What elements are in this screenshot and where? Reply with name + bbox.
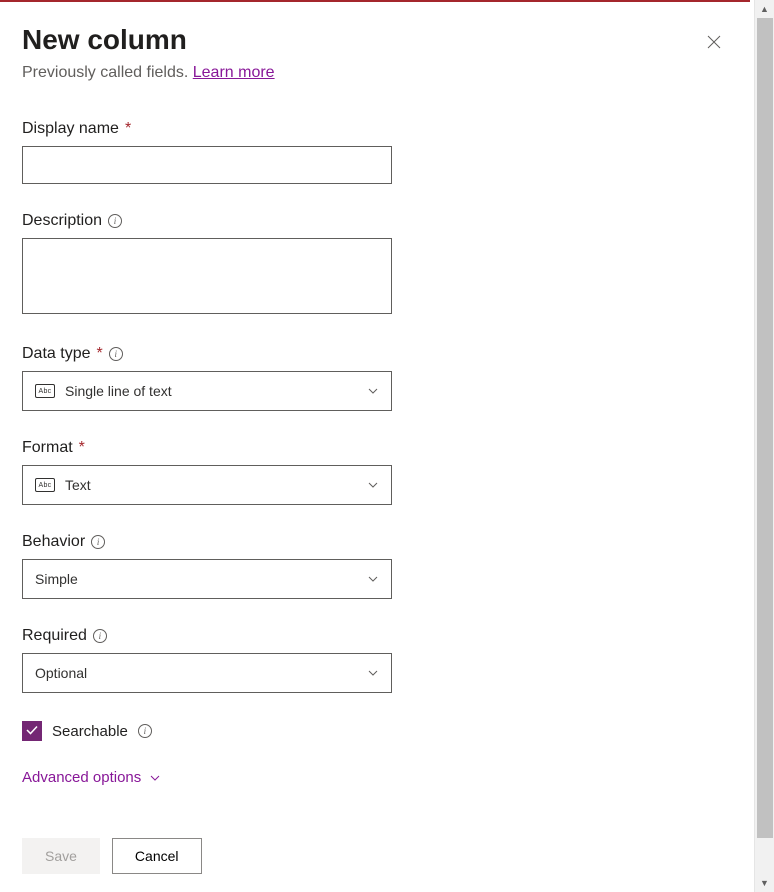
format-value: Text (65, 477, 91, 493)
scroll-up-arrow[interactable]: ▲ (755, 0, 774, 18)
info-icon[interactable]: i (138, 724, 152, 738)
info-icon[interactable]: i (108, 214, 122, 228)
required-asterisk: * (125, 120, 131, 138)
behavior-label: Behavior i (22, 533, 392, 551)
format-group: Format * Abc Text (22, 439, 392, 505)
format-label: Format * (22, 439, 392, 457)
description-group: Description i (22, 212, 392, 317)
required-dropdown[interactable]: Optional (22, 653, 392, 693)
chevron-down-icon (367, 667, 379, 679)
searchable-label: Searchable (52, 723, 128, 740)
new-column-panel: New column Previously called fields. Lea… (0, 2, 750, 892)
display-name-label: Display name * (22, 120, 392, 138)
behavior-dropdown[interactable]: Simple (22, 559, 392, 599)
panel-title: New column (22, 22, 275, 58)
required-label: Required i (22, 627, 392, 645)
checkmark-icon (25, 723, 39, 740)
behavior-label-text: Behavior (22, 533, 85, 551)
panel-header: New column Previously called fields. Lea… (22, 22, 728, 82)
advanced-options-toggle[interactable]: Advanced options (22, 769, 392, 786)
required-asterisk: * (79, 439, 85, 457)
required-group: Required i Optional (22, 627, 392, 693)
chevron-down-icon (367, 385, 379, 397)
behavior-value: Simple (35, 571, 78, 587)
description-label: Description i (22, 212, 392, 230)
close-icon (706, 37, 722, 54)
data-type-dropdown[interactable]: Abc Single line of text (22, 371, 392, 411)
required-value: Optional (35, 665, 87, 681)
data-type-group: Data type * i Abc Single line of text (22, 345, 392, 411)
required-label-text: Required (22, 627, 87, 645)
searchable-checkbox[interactable] (22, 721, 42, 741)
data-type-label-text: Data type (22, 345, 90, 363)
data-type-label: Data type * i (22, 345, 392, 363)
info-icon[interactable]: i (93, 629, 107, 643)
format-dropdown[interactable]: Abc Text (22, 465, 392, 505)
text-type-icon: Abc (35, 384, 55, 398)
cancel-button[interactable]: Cancel (112, 838, 202, 874)
info-icon[interactable]: i (91, 535, 105, 549)
description-label-text: Description (22, 212, 102, 230)
vertical-scrollbar[interactable]: ▲ ▼ (754, 0, 774, 892)
scrollbar-thumb[interactable] (757, 18, 773, 838)
save-button[interactable]: Save (22, 838, 100, 874)
form-body: Display name * Description i Data type *… (22, 120, 392, 814)
searchable-row: Searchable i (22, 721, 392, 741)
behavior-group: Behavior i Simple (22, 533, 392, 599)
chevron-down-icon (149, 772, 161, 784)
data-type-value: Single line of text (65, 383, 172, 399)
subtitle-text: Previously called fields. (22, 64, 193, 81)
chevron-down-icon (367, 479, 379, 491)
panel-footer: Save Cancel (22, 838, 728, 892)
info-icon[interactable]: i (109, 347, 123, 361)
display-name-label-text: Display name (22, 120, 119, 138)
close-button[interactable] (700, 28, 728, 60)
description-input[interactable] (22, 238, 392, 314)
format-label-text: Format (22, 439, 73, 457)
text-type-icon: Abc (35, 478, 55, 492)
chevron-down-icon (367, 573, 379, 585)
required-asterisk: * (96, 345, 102, 363)
scroll-down-arrow[interactable]: ▼ (755, 874, 774, 892)
learn-more-link[interactable]: Learn more (193, 64, 275, 81)
panel-subtitle: Previously called fields. Learn more (22, 64, 275, 82)
display-name-input[interactable] (22, 146, 392, 184)
display-name-group: Display name * (22, 120, 392, 184)
advanced-options-label: Advanced options (22, 769, 141, 786)
